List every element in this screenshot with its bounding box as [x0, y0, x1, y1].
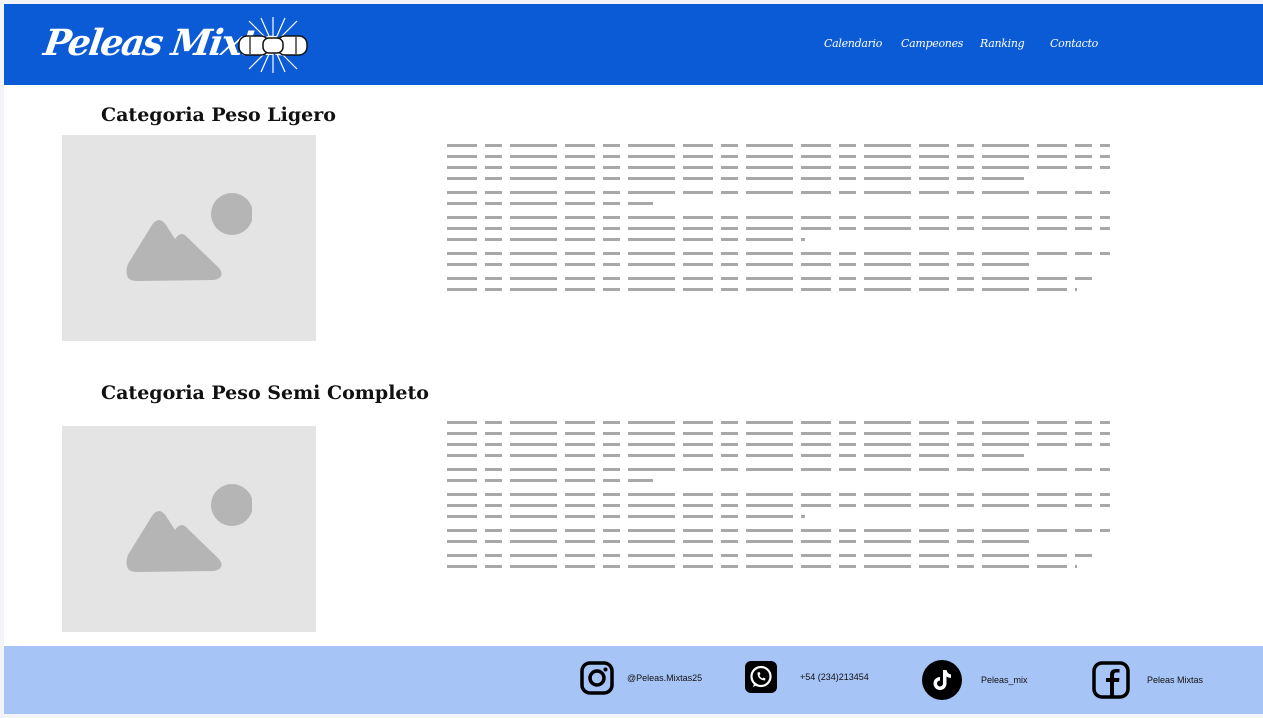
social-whatsapp[interactable]: +54 (234)213454	[744, 660, 869, 694]
boxing-gloves-icon	[238, 17, 308, 73]
image-placeholder	[62, 135, 316, 341]
instagram-icon	[580, 661, 614, 695]
instagram-handle: @Peleas.Mixtas25	[627, 673, 703, 683]
lorem-text	[447, 144, 1110, 302]
section-title: Categoria Peso Semi Completo	[101, 382, 429, 404]
facebook-icon	[1092, 661, 1130, 699]
nav-campeones[interactable]: Campeones	[901, 37, 963, 50]
nav-ranking[interactable]: Ranking	[980, 37, 1025, 50]
tiktok-icon	[922, 660, 962, 700]
site-header: Peleas Mixtas Calendario Campeones Ranki…	[4, 4, 1263, 85]
image-placeholder	[62, 426, 316, 632]
section-title: Categoria Peso Ligero	[101, 104, 336, 126]
facebook-page: Peleas Mixtas	[1147, 675, 1204, 685]
nav-calendario[interactable]: Calendario	[824, 37, 882, 50]
nav-contacto[interactable]: Contacto	[1050, 37, 1098, 50]
site-footer: @Peleas.Mixtas25 +54 (234)213454 Peleas_…	[4, 646, 1263, 714]
social-instagram[interactable]: @Peleas.Mixtas25	[579, 660, 702, 696]
whatsapp-icon	[745, 661, 777, 693]
tiktok-handle: Peleas_mix	[981, 675, 1028, 685]
whatsapp-number: +54 (234)213454	[800, 672, 869, 682]
social-tiktok[interactable]: Peleas_mix	[921, 659, 1028, 701]
social-facebook[interactable]: Peleas Mixtas	[1091, 660, 1203, 700]
lorem-text	[447, 421, 1110, 579]
image-icon	[126, 484, 252, 572]
image-icon	[126, 193, 252, 281]
